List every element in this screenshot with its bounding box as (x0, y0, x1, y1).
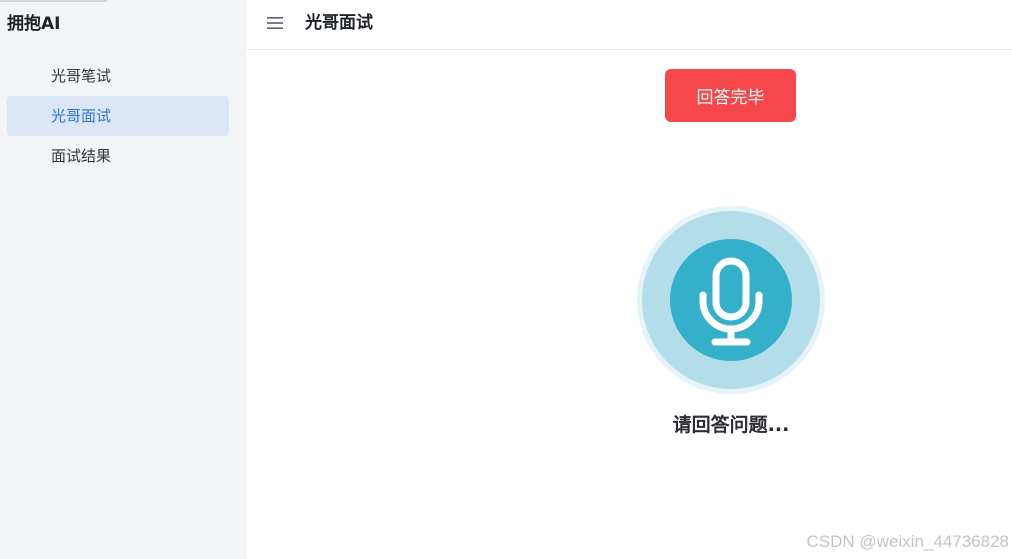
sidebar-item-written-test[interactable]: 光哥笔试 (7, 56, 229, 96)
app-window: 拥抱AI 光哥笔试 光哥面试 面试结果 光哥面试 回答完毕 请回答问题... C… (0, 0, 1012, 559)
sidebar-top-divider (0, 0, 107, 2)
sidebar-nav: 光哥笔试 光哥面试 面试结果 (7, 56, 229, 176)
page-title: 光哥面试 (305, 13, 373, 33)
page-header: 光哥面试 (246, 0, 1012, 50)
sidebar-item-interview-results[interactable]: 面试结果 (7, 136, 229, 176)
main-content: 光哥面试 回答完毕 请回答问题... (246, 0, 1012, 559)
brand-title: 拥抱AI (7, 14, 61, 34)
watermark-text: CSDN @weixin_44736828 (806, 532, 1009, 551)
sidebar: 拥抱AI 光哥笔试 光哥面试 面试结果 (0, 0, 246, 559)
hamburger-menu-icon[interactable] (267, 16, 283, 30)
record-button[interactable] (637, 206, 825, 394)
sidebar-item-interview[interactable]: 光哥面试 (7, 96, 229, 136)
status-text: 请回答问题... (672, 414, 790, 436)
finish-answer-button[interactable]: 回答完毕 (665, 69, 796, 122)
microphone-icon (699, 257, 763, 346)
